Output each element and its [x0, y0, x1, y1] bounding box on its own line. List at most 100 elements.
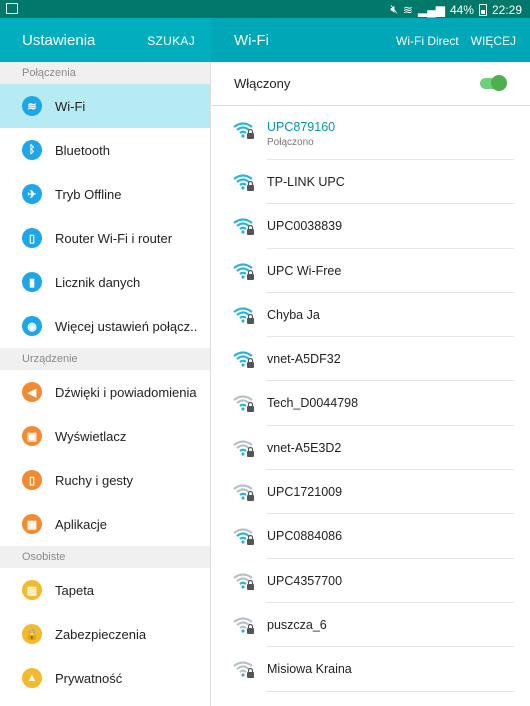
network-item[interactable]: Tech_D0044798 [211, 381, 530, 427]
network-item[interactable]: vnet-A5DF32 [211, 337, 530, 382]
wifi-icon: ≋ [22, 96, 42, 116]
cell-signal-icon: ▂▄▆ [417, 2, 445, 17]
network-list: UPC879160 Połączono TP-LINK UPC UPC003883… [211, 106, 530, 692]
wifi-secured-icon [233, 527, 255, 547]
data-usage-icon: ▮ [22, 272, 42, 292]
bluetooth-icon: ᛒ [22, 140, 42, 160]
menu-item-label: Wyświetlacz [55, 428, 127, 444]
display-icon: ▣ [22, 426, 42, 446]
network-item[interactable]: Chyba Ja [211, 293, 530, 338]
battery-icon [478, 3, 487, 16]
battery-percent: 44% [449, 2, 474, 17]
network-item[interactable]: Misiowa Kraina [211, 647, 530, 692]
wifi-secured-icon [233, 262, 255, 282]
more-networks-icon: ◉ [22, 316, 42, 336]
screenshot-icon [6, 3, 18, 14]
settings-title: Ustawienia [22, 32, 96, 49]
menu-item-privacy[interactable]: ▲ Prywatność [0, 656, 210, 700]
section-header: Połączenia [0, 62, 210, 84]
network-item[interactable]: TP-LINK UPC [211, 160, 530, 205]
wifi-secured-icon [233, 121, 255, 141]
wifi-secured-icon [233, 483, 255, 503]
wifi-panel: Włączony UPC879160 Połączono TP-LINK UPC … [211, 62, 530, 706]
menu-item-label: Ruchy i gesty [55, 472, 134, 488]
network-item[interactable]: UPC1721009 [211, 470, 530, 515]
menu-item-wifi[interactable]: ≋ Wi-Fi [0, 84, 210, 128]
settings-header: Ustawienia SZUKAJ [0, 18, 211, 62]
mute-icon: 🔇︎ [390, 2, 398, 16]
menu-item-label: Prywatność [55, 670, 123, 686]
menu-item-bluetooth[interactable]: ᛒ Bluetooth [0, 128, 210, 172]
menu-item-data-usage[interactable]: ▮ Licznik danych [0, 260, 210, 304]
menu-item-label: Licznik danych [55, 274, 141, 290]
menu-item-airplane[interactable]: ✈ Tryb Offline [0, 172, 210, 216]
hotspot-icon: ▯ [22, 228, 42, 248]
network-item[interactable]: UPC0884086 [211, 514, 530, 559]
switch-knob [491, 75, 507, 91]
motion-icon: ▯ [22, 470, 42, 490]
network-status: Połączono [267, 137, 314, 148]
wifi-title: Wi-Fi [234, 32, 269, 49]
menu-item-sound[interactable]: ◀ Dźwięki i powiadomienia [0, 370, 210, 414]
wifi-direct-button[interactable]: Wi-Fi Direct [396, 34, 459, 48]
wifi-secured-icon [233, 173, 255, 193]
network-item[interactable]: vnet-A5E3D2 [211, 426, 530, 471]
network-item[interactable]: UPC879160 Połączono [211, 106, 530, 160]
apps-icon: ▦ [22, 514, 42, 534]
menu-item-display[interactable]: ▣ Wyświetlacz [0, 414, 210, 458]
network-item[interactable]: UPC Wi-Free [211, 249, 530, 294]
wifi-header: Wi-Fi Wi-Fi Direct WIĘCEJ [211, 18, 530, 62]
wifi-switch[interactable] [480, 75, 507, 91]
network-name: UPC0884086 [267, 529, 343, 544]
menu-item-label: Wi-Fi [55, 98, 86, 114]
network-name: Chyba Ja [267, 307, 320, 322]
menu-item-label: Tryb Offline [55, 186, 122, 202]
clock: 22:29 [491, 2, 522, 17]
wifi-secured-icon [233, 439, 255, 459]
section-header: Osobiste [0, 546, 210, 568]
network-name: Tech_D0044798 [267, 396, 359, 411]
wifi-secured-icon [233, 217, 255, 237]
menu-item-hotspot[interactable]: ▯ Router Wi-Fi i router [0, 216, 210, 260]
menu-item-wallpaper[interactable]: ▨ Tapeta [0, 568, 210, 612]
network-name: puszcza_6 [267, 617, 327, 632]
wifi-secured-icon [233, 616, 255, 636]
network-item[interactable]: puszcza_6 [211, 603, 530, 648]
menu-item-label: Tapeta [55, 582, 95, 598]
network-item[interactable]: UPC0038839 [211, 204, 530, 249]
network-item[interactable]: UPC4357700 [211, 559, 530, 604]
network-name: vnet-A5E3D2 [267, 440, 342, 455]
menu-item-lock[interactable]: 🔒 Zabezpieczenia [0, 612, 210, 656]
privacy-icon: ▲ [22, 668, 42, 688]
menu-item-more-networks[interactable]: ◉ Więcej ustawień połącz.. [0, 304, 210, 348]
menu-item-label: Router Wi-Fi i router [55, 230, 173, 246]
network-name: UPC879160 [267, 120, 336, 134]
network-name: TP-LINK UPC [267, 175, 345, 189]
settings-menu: Połączenia ≋ Wi-Fi ᛒ Bluetooth ✈ Tryb Offline ▯… [0, 62, 211, 706]
wifi-toggle-label: Włączony [234, 76, 291, 91]
network-name: vnet-A5DF32 [267, 352, 341, 367]
menu-item-label: Aplikacje [55, 516, 108, 532]
wifi-secured-icon [233, 660, 255, 680]
menu-item-label: Zabezpieczenia [55, 626, 147, 642]
network-name: UPC1721009 [267, 485, 343, 500]
network-name: UPC Wi-Free [267, 263, 342, 278]
search-button[interactable]: SZUKAJ [147, 34, 195, 48]
menu-item-motion[interactable]: ▯ Ruchy i gesty [0, 458, 210, 502]
wifi-signal-icon: ≋ [402, 2, 413, 17]
lock-icon: 🔒 [22, 624, 42, 644]
status-bar: 🔇︎ ≋ ▂▄▆ 44% 22:29 [0, 0, 530, 18]
airplane-icon: ✈ [22, 184, 42, 204]
wifi-toggle-row[interactable]: Włączony [211, 62, 530, 106]
status-icons: 🔇︎ ≋ ▂▄▆ 44% 22:29 [390, 2, 522, 17]
wifi-secured-icon [233, 350, 255, 370]
sound-icon: ◀ [22, 382, 42, 402]
network-name: UPC4357700 [267, 573, 343, 588]
more-button[interactable]: WIĘCEJ [471, 34, 516, 48]
menu-item-apps[interactable]: ▦ Aplikacje [0, 502, 210, 546]
menu-item-label: Więcej ustawień połącz.. [55, 318, 198, 334]
wifi-secured-icon [233, 572, 255, 592]
section-header: Urządzenie [0, 348, 210, 370]
wifi-secured-icon [233, 394, 255, 414]
menu-item-label: Bluetooth [55, 142, 110, 158]
